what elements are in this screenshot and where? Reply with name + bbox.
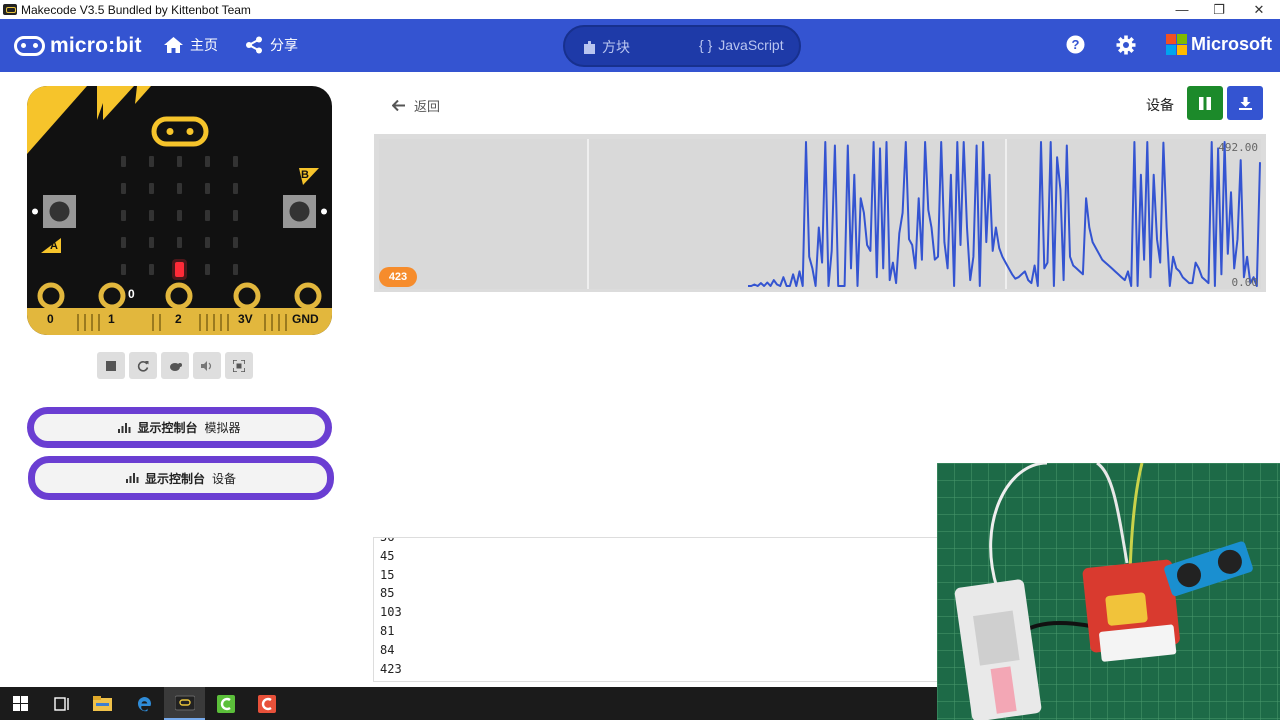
console-label-bold: 显示控制台 bbox=[144, 471, 205, 486]
mute-button[interactable] bbox=[193, 352, 221, 379]
chart-max-label: 492.00 bbox=[1218, 141, 1258, 154]
webcam-overlay bbox=[937, 463, 1280, 720]
pin-label-3v[interactable]: 3V bbox=[238, 312, 253, 326]
log-line: 85 bbox=[380, 586, 395, 601]
tab-blocks[interactable]: 方块 bbox=[584, 37, 630, 57]
brand-logo[interactable]: micro:bit bbox=[14, 34, 142, 58]
restart-button[interactable] bbox=[129, 352, 157, 379]
settings-gear-icon[interactable] bbox=[1116, 35, 1136, 55]
task-view-button[interactable] bbox=[41, 687, 82, 720]
pin-label-gnd[interactable]: GND bbox=[292, 312, 319, 326]
os-taskbar bbox=[0, 687, 937, 720]
log-line: 103 bbox=[380, 605, 402, 620]
edge-browser-button[interactable] bbox=[123, 687, 164, 720]
chart-min-label: 0.00 bbox=[1231, 276, 1259, 289]
edge-icon bbox=[137, 696, 151, 711]
arrow-left-icon bbox=[392, 100, 405, 111]
chart-bars-icon bbox=[118, 422, 131, 433]
minimize-button[interactable]: — bbox=[1163, 0, 1201, 19]
home-button[interactable]: 主页 bbox=[164, 35, 218, 55]
makecode-icon bbox=[174, 695, 195, 710]
home-label: 主页 bbox=[190, 37, 218, 53]
red-app-button[interactable] bbox=[246, 687, 287, 720]
download-icon bbox=[1238, 96, 1252, 110]
start-button[interactable] bbox=[0, 687, 41, 720]
stop-button[interactable] bbox=[97, 352, 125, 379]
tab-javascript-label: JavaScript bbox=[718, 37, 784, 53]
chart-bars-icon bbox=[125, 473, 139, 483]
microsoft-label: Microsoft bbox=[1191, 34, 1272, 54]
stop-icon bbox=[106, 360, 116, 371]
close-button[interactable]: ✕ bbox=[1240, 0, 1278, 19]
green-app-button[interactable] bbox=[205, 687, 246, 720]
show-console-device-button[interactable]: 显示控制台 设备 bbox=[28, 456, 334, 500]
home-icon bbox=[164, 37, 183, 53]
braces-icon: { } bbox=[699, 37, 713, 53]
share-icon bbox=[246, 36, 262, 54]
microsoft-logo[interactable]: Microsoft bbox=[1166, 34, 1272, 55]
log-line: 56 bbox=[380, 537, 395, 544]
current-value-badge: 423 bbox=[379, 267, 417, 287]
svg-text:?: ? bbox=[1072, 37, 1080, 52]
log-line: 84 bbox=[380, 642, 395, 657]
file-explorer-button[interactable] bbox=[82, 687, 123, 720]
console-label-simulator: 模拟器 bbox=[204, 421, 241, 435]
fullscreen-button[interactable] bbox=[225, 352, 253, 379]
tab-javascript[interactable]: { } JavaScript bbox=[699, 37, 784, 53]
app-green-icon bbox=[216, 694, 235, 713]
pause-icon bbox=[1199, 96, 1211, 110]
pause-button[interactable] bbox=[1187, 86, 1223, 120]
slow-mo-button[interactable] bbox=[161, 352, 189, 379]
button-b-label: B bbox=[301, 169, 309, 181]
maximize-button[interactable]: ❐ bbox=[1200, 0, 1238, 19]
folder-icon bbox=[93, 696, 112, 711]
window-titlebar: Makecode V3.5 Bundled by Kittenbot Team … bbox=[0, 0, 1280, 19]
button-a-label: A bbox=[50, 240, 58, 252]
back-label: 返回 bbox=[414, 99, 441, 114]
webcam-photo bbox=[937, 463, 1280, 720]
slow-mo-icon bbox=[169, 362, 182, 371]
download-button[interactable] bbox=[1227, 86, 1263, 120]
microbit-logo-icon bbox=[14, 36, 45, 56]
log-line: 45 bbox=[380, 548, 395, 563]
mute-icon bbox=[201, 360, 212, 371]
help-icon[interactable]: ? bbox=[1066, 35, 1085, 54]
microbit-board-graphic bbox=[27, 86, 332, 335]
tab-blocks-label: 方块 bbox=[602, 39, 630, 55]
pin0-value: 0 bbox=[128, 287, 135, 301]
microbit-simulator[interactable]: A B 0 0 1 2 3V GND bbox=[27, 86, 332, 335]
brand-name: micro:bit bbox=[50, 34, 142, 57]
serial-chart: 492.00 0.00 423 bbox=[374, 134, 1266, 292]
pin-label-1[interactable]: 1 bbox=[108, 312, 115, 326]
share-button[interactable]: 分享 bbox=[245, 35, 298, 55]
back-button[interactable]: 返回 bbox=[392, 96, 440, 115]
device-label: 设备 bbox=[1146, 97, 1174, 113]
console-label-device: 设备 bbox=[212, 471, 237, 486]
console-label-bold: 显示控制台 bbox=[137, 421, 198, 435]
app-header: micro:bit 主页 分享 方块 { } JavaScript ? Micr… bbox=[0, 19, 1280, 72]
restart-icon bbox=[137, 360, 149, 372]
microsoft-grid-icon bbox=[1166, 34, 1187, 55]
makecode-app-button[interactable] bbox=[164, 687, 205, 720]
puzzle-icon bbox=[584, 40, 595, 54]
window-title: Makecode V3.5 Bundled by Kittenbot Team bbox=[21, 2, 251, 17]
simulator-toolbar bbox=[97, 352, 253, 379]
app-red-icon bbox=[257, 694, 276, 713]
pin-label-0[interactable]: 0 bbox=[47, 312, 54, 326]
fullscreen-icon bbox=[233, 359, 245, 372]
share-label: 分享 bbox=[270, 37, 298, 53]
serial-log[interactable]: 56 45 15 85 103 81 84 423 bbox=[373, 537, 939, 682]
task-view-icon bbox=[53, 696, 69, 711]
editor-toggle: 方块 { } JavaScript bbox=[563, 25, 801, 67]
windows-start-icon bbox=[13, 696, 28, 711]
log-line: 81 bbox=[380, 623, 395, 638]
serial-chart-svg bbox=[379, 139, 1261, 289]
pin-label-2[interactable]: 2 bbox=[175, 312, 182, 326]
show-console-simulator-button[interactable]: 显示控制台 模拟器 bbox=[27, 407, 332, 448]
log-line: 423 bbox=[380, 661, 402, 676]
log-line: 15 bbox=[380, 567, 395, 582]
app-icon bbox=[3, 4, 17, 15]
